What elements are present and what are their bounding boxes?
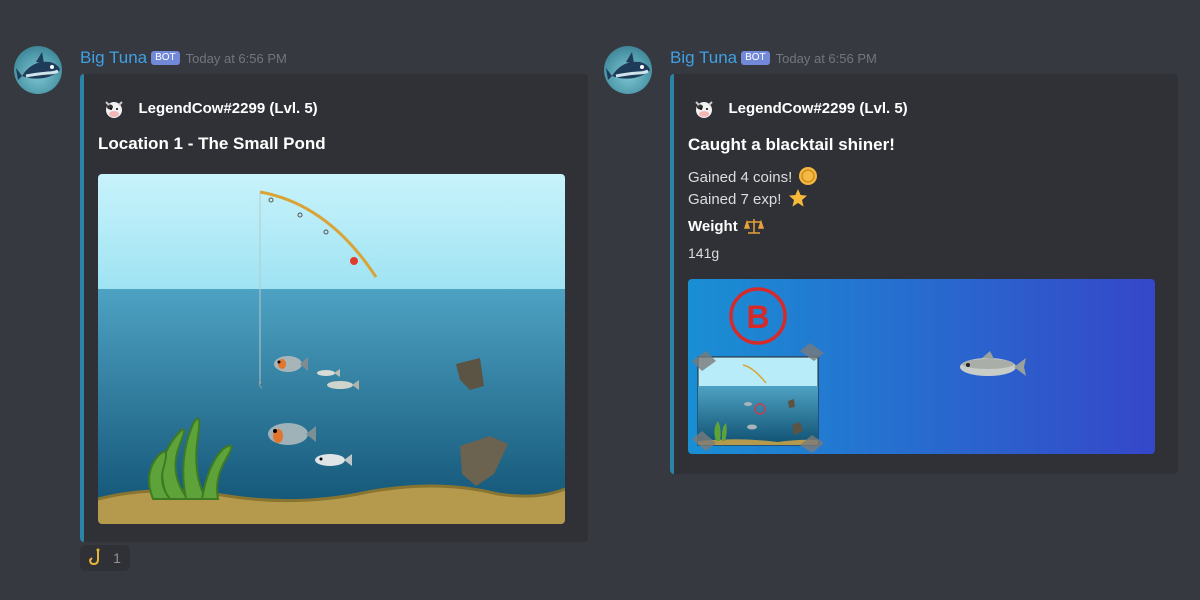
cow-avatar-icon [102, 96, 126, 120]
star-icon [788, 188, 808, 215]
weight-field-name: Weight [688, 216, 818, 242]
reaction-hook[interactable]: 1 [80, 545, 130, 571]
embed: LegendCow#2299 (Lvl. 5) Caught a blackta… [670, 74, 1178, 474]
exp-line: Gained 7 exp! [688, 188, 818, 210]
bot-tag: BOT [151, 51, 180, 65]
embed: LegendCow#2299 (Lvl. 5) Location 1 - The… [80, 74, 588, 542]
embed-title: Caught a blacktail shiner! [688, 135, 895, 154]
bot-avatar[interactable] [14, 46, 62, 94]
exp-text: Gained 7 exp! [688, 191, 782, 208]
coins-line: Gained 4 coins! [688, 166, 818, 188]
weight-value: 141g [688, 245, 720, 261]
rarity-badge-letter: B [746, 299, 769, 335]
mini-pond-thumbnail [692, 343, 824, 453]
cow-avatar-icon [692, 96, 716, 120]
embed-author: LegendCow#2299 (Lvl. 5) [102, 96, 318, 124]
embed-author-name[interactable]: LegendCow#2299 (Lvl. 5) [138, 100, 317, 117]
fishing-pond-scene[interactable] [98, 174, 565, 524]
message-header: Big Tuna BOT Today at 6:56 PM [80, 48, 287, 68]
weight-label: Weight [688, 218, 738, 235]
coins-text: Gained 4 coins! [688, 169, 793, 186]
embed-author: LegendCow#2299 (Lvl. 5) [692, 96, 908, 124]
reel [350, 257, 358, 265]
timestamp[interactable]: Today at 6:56 PM [776, 51, 877, 66]
reaction-count: 1 [113, 550, 121, 566]
bot-avatar[interactable] [604, 46, 652, 94]
timestamp[interactable]: Today at 6:56 PM [186, 51, 287, 66]
username[interactable]: Big Tuna [670, 48, 737, 67]
embed-title: Location 1 - The Small Pond [98, 134, 326, 153]
username[interactable]: Big Tuna [80, 48, 147, 67]
embed-author-name[interactable]: LegendCow#2299 (Lvl. 5) [728, 100, 907, 117]
catch-image[interactable]: B [688, 279, 1155, 454]
scales-icon [743, 217, 764, 242]
message-header: Big Tuna BOT Today at 6:56 PM [670, 48, 877, 68]
bot-tag: BOT [741, 51, 770, 65]
embed-description: Gained 4 coins! Gained 7 exp! Weight 141… [688, 166, 818, 264]
fishing-hook-icon [89, 548, 105, 569]
